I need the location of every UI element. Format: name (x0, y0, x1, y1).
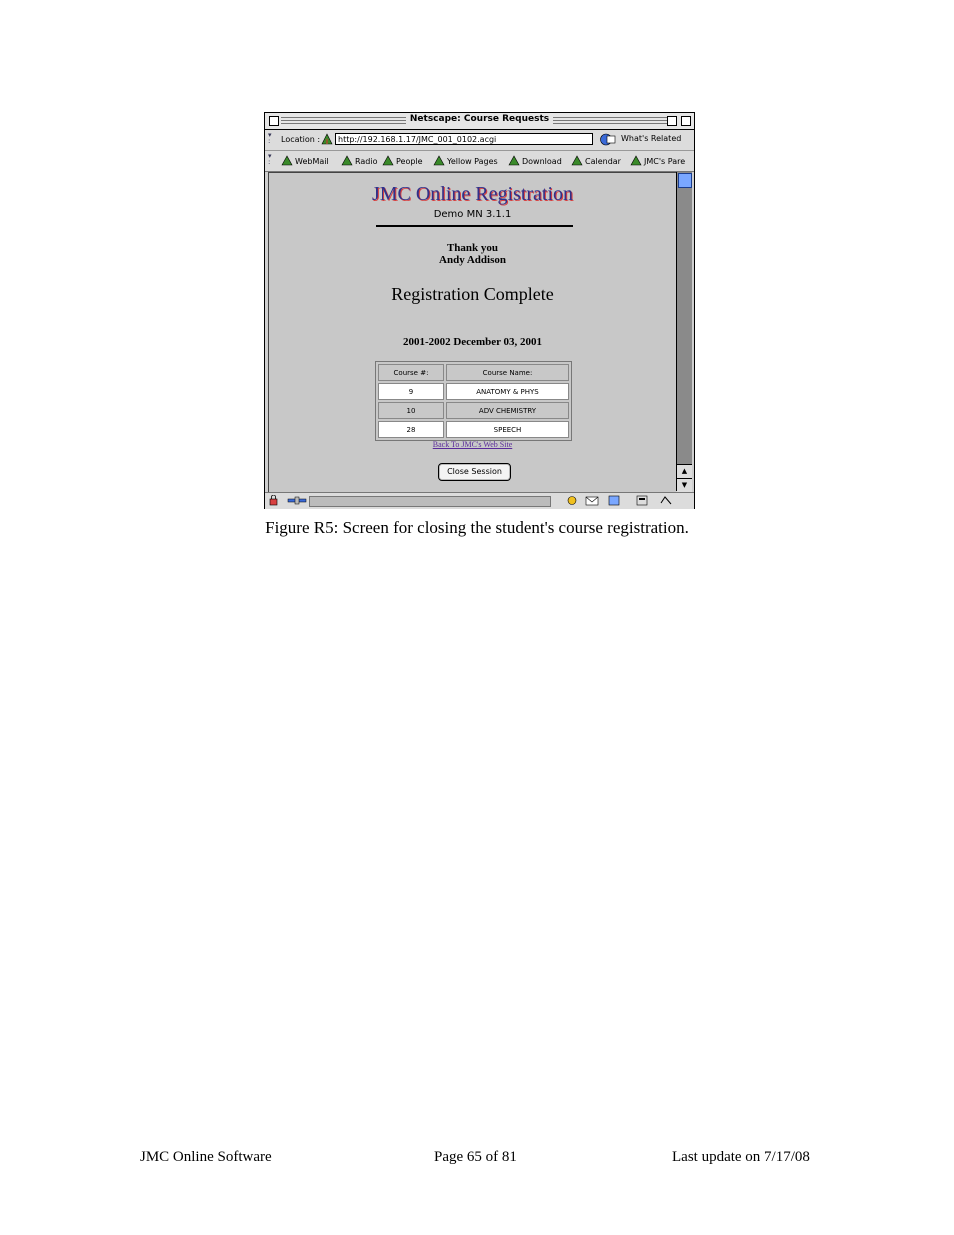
personal-toolbar: ▾: WebMail Radio People Yellow Pages Dow… (265, 151, 694, 172)
toolbar-yellow-pages-button[interactable]: Yellow Pages (433, 155, 498, 166)
scroll-thumb[interactable] (678, 173, 692, 188)
whats-related-label[interactable]: What's Related (621, 134, 681, 143)
window-title: Netscape: Course Requests (405, 114, 554, 124)
thanks-message: Thank you Andy Addison (269, 242, 676, 266)
page-heading: Registration Complete (391, 284, 554, 304)
back-to-website-link[interactable]: Back To JMC's Web Site (269, 440, 676, 449)
scroll-up-arrow-icon[interactable]: ▲ (677, 464, 692, 478)
page-content: JMC Online Registration Demo MN 3.1.1 Th… (268, 172, 676, 492)
browser-window: Netscape: Course Requests ▾: Location : … (264, 112, 695, 509)
bookmark-icon (508, 155, 520, 166)
toolbar-download-button[interactable]: Download (508, 155, 562, 166)
navigator-icon[interactable] (565, 495, 579, 506)
header-course-number: Course #: (378, 364, 444, 381)
course-name-cell: SPEECH (446, 421, 569, 438)
toolbar-radio-button[interactable]: Radio (341, 155, 377, 166)
zoom-box-icon[interactable] (667, 116, 677, 126)
bookmark-icon (382, 155, 394, 166)
table-row: 10 ADV CHEMISTRY (378, 402, 569, 419)
toolbar-people-button[interactable]: People (382, 155, 423, 166)
course-number-cell: 9 (378, 383, 444, 400)
course-number-cell: 10 (378, 402, 444, 419)
site-title: JMC Online Registration (371, 183, 574, 205)
aim-icon[interactable] (659, 495, 673, 506)
address-book-icon[interactable] (635, 495, 649, 506)
toolbar-jmc-button[interactable]: JMC's Pare (630, 155, 685, 166)
thanks-line: Thank you (446, 242, 499, 254)
location-label: Location : (281, 135, 321, 144)
divider (376, 225, 573, 227)
scroll-down-arrow-icon[interactable]: ▼ (677, 478, 692, 492)
courses-table: Course #: Course Name: 9 ANATOMY & PHYS … (375, 361, 572, 441)
location-input[interactable]: http://192.168.1.17/JMC_001_0102.acgi (335, 133, 593, 145)
course-number-cell: 28 (378, 421, 444, 438)
toolbar-collapse-icon[interactable]: ▾: (268, 132, 274, 148)
table-header-row: Course #: Course Name: (378, 364, 569, 381)
table-row: 28 SPEECH (378, 421, 569, 438)
bookmark-icon (341, 155, 353, 166)
bookmark-icon (571, 155, 583, 166)
collapse-box-icon[interactable] (681, 116, 691, 126)
figure-caption: Figure R5: Screen for closing the studen… (265, 518, 689, 537)
version-label: Demo MN 3.1.1 (433, 209, 512, 220)
table-row: 9 ANATOMY & PHYS (378, 383, 569, 400)
whats-related-icon[interactable] (599, 133, 617, 146)
bookmark-icon (433, 155, 445, 166)
status-bar (265, 492, 694, 509)
mail-icon[interactable] (585, 495, 599, 506)
bookmark-icon (281, 155, 293, 166)
close-session-button[interactable]: Close Session (438, 463, 511, 481)
vertical-scrollbar[interactable]: ▲ ▼ (676, 172, 692, 492)
footer-last-update: Last update on 7/17/08 (672, 1149, 810, 1165)
toolbar-webmail-button[interactable]: WebMail (281, 155, 329, 166)
bookmark-icon (630, 155, 642, 166)
location-toolbar: ▾: Location : http://192.168.1.17/JMC_00… (265, 130, 694, 151)
course-name-cell: ADV CHEMISTRY (446, 402, 569, 419)
security-lock-icon[interactable] (269, 495, 283, 506)
course-name-cell: ANATOMY & PHYS (446, 383, 569, 400)
page-proxy-icon[interactable] (321, 133, 333, 145)
toolbar-calendar-button[interactable]: Calendar (571, 155, 621, 166)
connection-plug-icon (287, 496, 307, 505)
horizontal-scrollbar[interactable] (309, 496, 551, 507)
personal-toolbar-collapse-icon[interactable]: ▾: (268, 153, 274, 169)
composer-icon[interactable] (607, 495, 621, 506)
window-titlebar[interactable]: Netscape: Course Requests (265, 113, 694, 130)
footer-page-number: Page 65 of 81 (434, 1149, 517, 1165)
footer-left: JMC Online Software (140, 1149, 272, 1165)
term-date: 2001-2002 December 03, 2001 (402, 336, 543, 348)
student-name: Andy Addison (439, 254, 506, 266)
header-course-name: Course Name: (446, 364, 569, 381)
